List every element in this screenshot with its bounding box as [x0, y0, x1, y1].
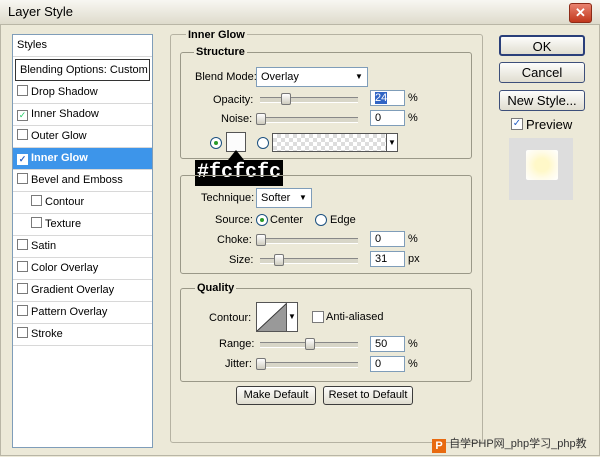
color-radio[interactable]	[210, 137, 222, 149]
close-button[interactable]: ✕	[569, 3, 592, 23]
quality-title: Quality	[195, 282, 237, 294]
glow-color-swatch[interactable]	[226, 132, 246, 152]
jitter-unit: %	[408, 358, 418, 370]
window-title: Layer Style	[8, 4, 74, 19]
new-style-button[interactable]: New Style...	[499, 90, 585, 111]
reset-default-button[interactable]: Reset to Default	[323, 386, 413, 405]
noise-label: Noise:	[221, 113, 253, 125]
panel-title: Inner Glow	[186, 29, 247, 41]
checkbox[interactable]	[17, 283, 28, 294]
opacity-input[interactable]: 24	[370, 90, 405, 106]
style-item-gradient-overlay[interactable]: Gradient Overlay	[13, 280, 152, 302]
jitter-slider-thumb[interactable]	[256, 358, 266, 370]
anti-aliased-checkbox[interactable]	[312, 311, 324, 323]
source-label: Source:	[215, 214, 253, 226]
blend-mode-label: Blend Mode:	[195, 71, 257, 83]
checkbox[interactable]	[17, 261, 28, 272]
styles-list: Styles Blending Options: Custom Drop Sha…	[12, 34, 153, 448]
size-input[interactable]: 31	[370, 251, 405, 267]
jitter-slider[interactable]	[260, 362, 358, 368]
title-bar	[0, 0, 600, 25]
source-center-radio[interactable]	[256, 214, 268, 226]
jitter-input[interactable]: 0	[370, 356, 405, 372]
source-edge-radio[interactable]	[315, 214, 327, 226]
preview-label: Preview	[526, 117, 573, 132]
checkbox[interactable]	[31, 217, 42, 228]
choke-input[interactable]: 0	[370, 231, 405, 247]
source-edge-label: Edge	[330, 214, 356, 226]
gradient-dropdown-icon[interactable]: ▼	[386, 133, 398, 152]
choke-slider[interactable]	[260, 238, 358, 244]
blend-mode-select[interactable]: Overlay ▼	[256, 67, 368, 87]
noise-slider-thumb[interactable]	[256, 113, 266, 125]
style-item-satin[interactable]: Satin	[13, 236, 152, 258]
php-logo-icon: P	[432, 439, 446, 453]
structure-title: Structure	[194, 46, 247, 58]
style-item-bevel-emboss[interactable]: Bevel and Emboss	[13, 170, 152, 192]
choke-unit: %	[408, 233, 418, 245]
technique-label: Technique:	[201, 192, 255, 204]
gradient-radio[interactable]	[257, 137, 269, 149]
opacity-unit: %	[408, 92, 418, 104]
checkbox[interactable]	[31, 195, 42, 206]
size-unit: px	[408, 253, 420, 265]
style-item-texture[interactable]: Texture	[13, 214, 152, 236]
checkbox[interactable]	[17, 239, 28, 250]
checkbox-checked[interactable]: ✓	[17, 110, 28, 121]
opacity-label: Opacity:	[213, 94, 254, 106]
noise-slider[interactable]	[260, 117, 358, 123]
size-slider-thumb[interactable]	[274, 254, 284, 266]
ok-button[interactable]: OK	[499, 35, 585, 56]
contour-curve-icon	[257, 303, 287, 331]
style-preview-thumbnail	[509, 138, 573, 200]
style-item-outer-glow[interactable]: Outer Glow	[13, 126, 152, 148]
technique-select[interactable]: Softer ▼	[256, 188, 312, 208]
noise-unit: %	[408, 112, 418, 124]
jitter-label: Jitter:	[225, 358, 252, 370]
opacity-slider[interactable]	[260, 97, 358, 103]
range-label: Range:	[219, 338, 255, 350]
style-item-inner-shadow[interactable]: ✓ Inner Shadow	[13, 104, 152, 126]
cancel-button[interactable]: Cancel	[499, 62, 585, 83]
watermark: P 自学PHP网_php学习_php教	[432, 435, 587, 453]
checkbox[interactable]	[17, 129, 28, 140]
style-item-drop-shadow[interactable]: Drop Shadow	[13, 82, 152, 104]
source-center-label: Center	[270, 214, 304, 226]
choke-slider-thumb[interactable]	[256, 234, 266, 246]
noise-input[interactable]: 0	[370, 110, 405, 126]
range-slider-thumb[interactable]	[305, 338, 315, 350]
contour-picker[interactable]	[256, 302, 288, 332]
range-unit: %	[408, 338, 418, 350]
range-input[interactable]: 50	[370, 336, 405, 352]
blending-options-item[interactable]: Blending Options: Custom	[15, 59, 150, 81]
gradient-picker[interactable]	[272, 133, 388, 152]
make-default-button[interactable]: Make Default	[236, 386, 316, 405]
checkbox[interactable]	[17, 85, 28, 96]
size-label: Size:	[229, 254, 254, 266]
contour-dropdown-icon[interactable]: ▼	[286, 302, 298, 332]
style-item-pattern-overlay[interactable]: Pattern Overlay	[13, 302, 152, 324]
checkbox-checked[interactable]: ✓	[17, 154, 28, 165]
style-item-contour[interactable]: Contour	[13, 192, 152, 214]
style-item-inner-glow[interactable]: ✓ Inner Glow	[13, 148, 152, 170]
dropdown-arrow-icon: ▼	[299, 193, 307, 202]
style-item-color-overlay[interactable]: Color Overlay	[13, 258, 152, 280]
contour-label: Contour:	[209, 312, 252, 324]
preview-checkbox[interactable]: ✓	[511, 118, 523, 130]
styles-header[interactable]: Styles	[13, 35, 152, 57]
checkbox[interactable]	[17, 327, 28, 338]
dropdown-arrow-icon: ▼	[355, 72, 363, 81]
checkbox[interactable]	[17, 173, 28, 184]
choke-label: Choke:	[217, 234, 252, 246]
checkbox[interactable]	[17, 305, 28, 316]
style-item-stroke[interactable]: Stroke	[13, 324, 152, 346]
callout-pointer	[228, 150, 244, 160]
opacity-slider-thumb[interactable]	[281, 93, 291, 105]
anti-aliased-label: Anti-aliased	[326, 311, 384, 323]
